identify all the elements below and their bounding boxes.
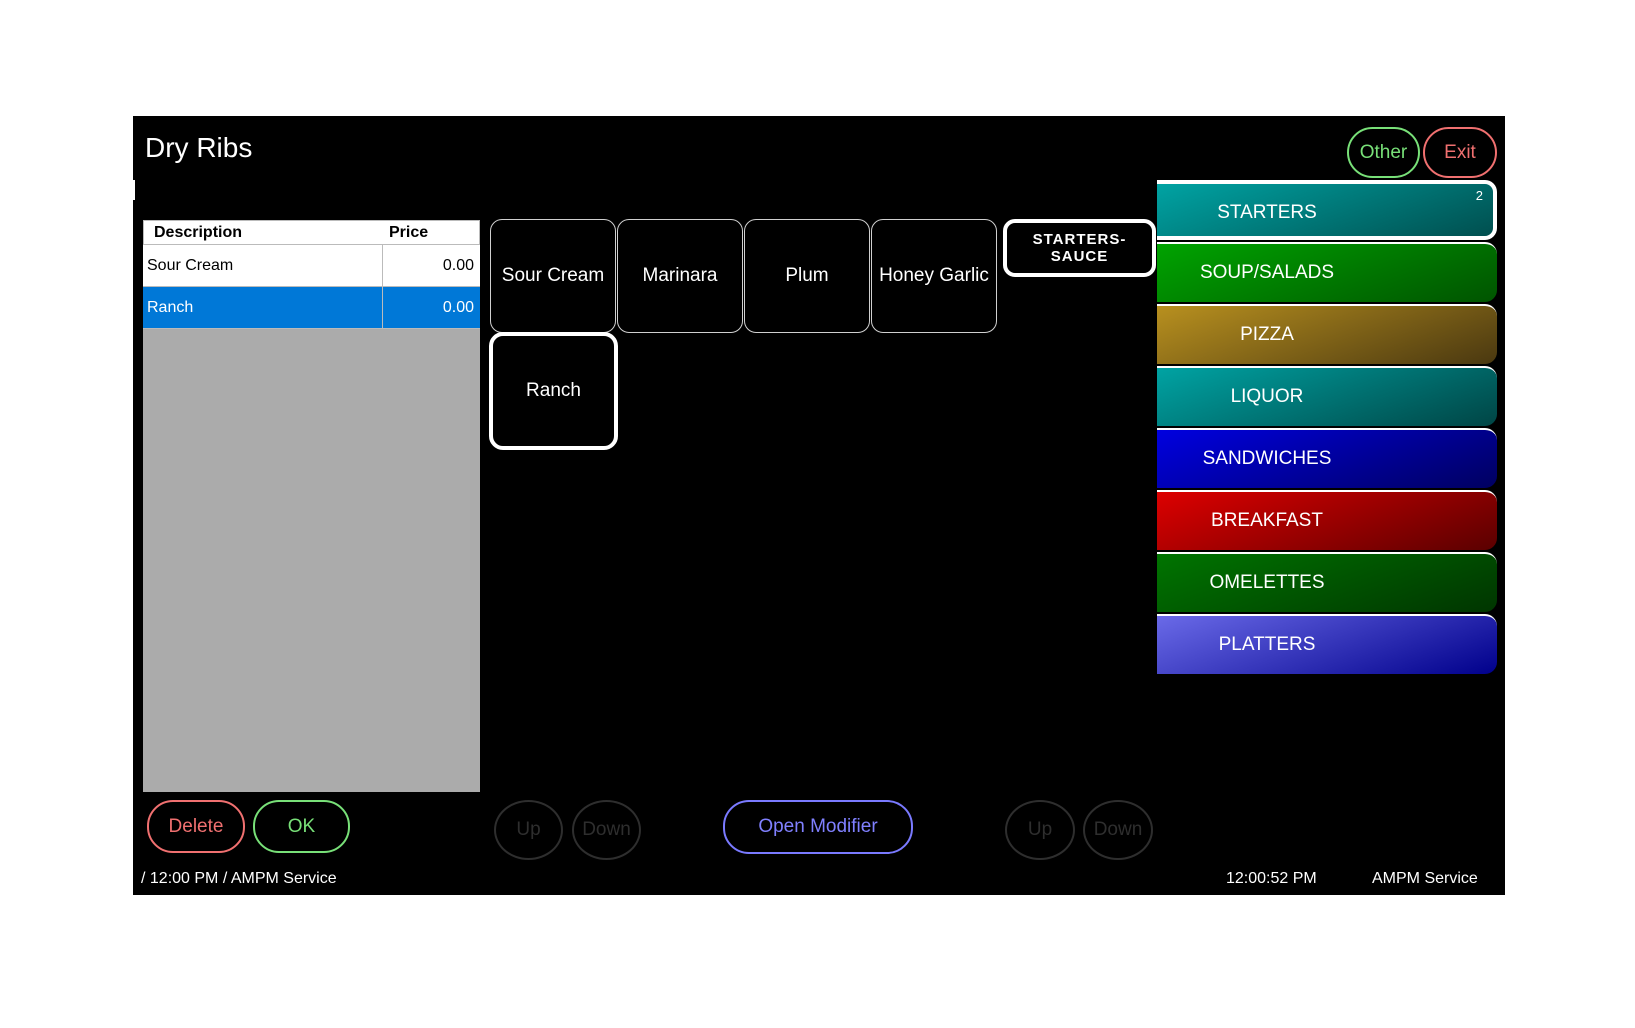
modifier-sour-cream-button[interactable]: Sour Cream (490, 219, 616, 333)
category-soup-salads-button[interactable]: SOUP/SALADS (1157, 242, 1497, 302)
category-sandwiches-button[interactable]: SANDWICHES (1157, 428, 1497, 488)
scroll-up-left-button[interactable]: Up (494, 800, 563, 860)
category-label: PIZZA (1240, 324, 1294, 345)
scroll-down-right-button[interactable]: Down (1083, 800, 1153, 860)
status-clock: 12:00:52 PM (1226, 870, 1317, 887)
category-label: LIQUOR (1230, 386, 1304, 407)
modifier-honey-garlic-button[interactable]: Honey Garlic (871, 219, 997, 333)
category-label: SANDWICHES (1202, 448, 1332, 469)
category-label: BREAKFAST (1211, 510, 1323, 531)
table-row[interactable]: Sour Cream 0.00 (143, 245, 480, 287)
modifier-plum-button[interactable]: Plum (744, 219, 870, 333)
scroll-up-right-button[interactable]: Up (1005, 800, 1075, 860)
delete-button[interactable]: Delete (147, 800, 245, 853)
page-title: Dry Ribs (145, 132, 253, 163)
category-platters-button[interactable]: PLATTERS (1157, 614, 1497, 674)
table-row-selected[interactable]: Ranch 0.00 (143, 287, 480, 329)
column-header-description[interactable]: Description (154, 221, 242, 246)
modifier-group-starters-sauce[interactable]: STARTERS- SAUCE (1003, 219, 1156, 277)
status-service: AMPM Service (1372, 870, 1478, 887)
ok-button[interactable]: OK (253, 800, 350, 853)
category-label: SOUP/SALADS (1199, 262, 1335, 283)
group-label-line2: SAUCE (1050, 248, 1109, 265)
category-breakfast-button[interactable]: BREAKFAST (1157, 490, 1497, 550)
exit-button[interactable]: Exit (1423, 127, 1497, 178)
row-description: Sour Cream (147, 257, 234, 274)
category-count-badge: 2 (1475, 188, 1483, 203)
open-modifier-button[interactable]: Open Modifier (723, 800, 913, 854)
category-label: OMELETTES (1209, 572, 1325, 593)
category-label: STARTERS (1217, 202, 1317, 223)
other-button[interactable]: Other (1347, 127, 1420, 178)
pos-modifier-window: Dry Ribs Other Exit Description Price So… (133, 116, 1505, 895)
category-omelettes-button[interactable]: OMELETTES (1157, 552, 1497, 612)
modifier-table: Description Price Sour Cream 0.00 Ranch … (143, 220, 480, 792)
scroll-down-left-button[interactable]: Down (572, 800, 641, 860)
group-label-line1: STARTERS- (1032, 231, 1127, 248)
modifier-ranch-button[interactable]: Ranch (489, 332, 618, 450)
divider (133, 180, 135, 200)
divider (382, 245, 383, 286)
table-header: Description Price (143, 220, 480, 245)
category-pizza-button[interactable]: PIZZA (1157, 304, 1497, 364)
divider (382, 287, 383, 328)
category-liquor-button[interactable]: LIQUOR (1157, 366, 1497, 426)
row-description: Ranch (147, 299, 194, 316)
category-starters-button[interactable]: STARTERS 2 (1157, 180, 1497, 240)
modifier-marinara-button[interactable]: Marinara (617, 219, 743, 333)
row-price: 0.00 (442, 257, 474, 274)
column-header-price[interactable]: Price (389, 221, 428, 246)
status-left: / 12:00 PM / AMPM Service (141, 870, 337, 887)
row-price: 0.00 (442, 299, 474, 316)
category-label: PLATTERS (1218, 634, 1316, 655)
